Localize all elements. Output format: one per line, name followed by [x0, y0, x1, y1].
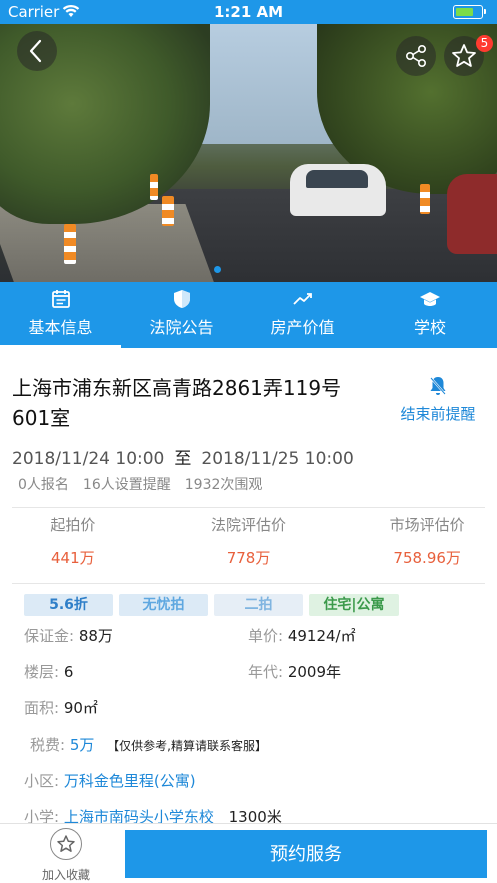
tab-basic-info[interactable]: 基本信息: [0, 282, 121, 348]
bell-off-icon: [430, 377, 446, 395]
area-value: 90㎡: [63, 699, 98, 717]
tax-value[interactable]: 5万: [70, 736, 95, 754]
area-label: 面积:: [24, 699, 60, 717]
carousel-dot-active: [214, 266, 221, 273]
price-value: 758.96万: [393, 549, 461, 567]
community-row: 小区: 万科金色里程(公寓): [24, 770, 196, 791]
clock: 1:21 AM: [213, 3, 284, 21]
tab-school[interactable]: 学校: [363, 282, 497, 348]
tax-label: 税费:: [30, 736, 66, 754]
add-to-favorites-button[interactable]: 加入收藏: [30, 828, 102, 883]
area-row: 面积: 90㎡: [24, 697, 98, 718]
share-icon: [406, 45, 426, 67]
deposit-row: 保证金: 88万: [24, 625, 113, 646]
year-value: 2009年: [287, 663, 342, 681]
tax-row: 税费: 5万 【仅供参考,精算请联系客服】: [30, 734, 267, 755]
market-valuation: 市场评估价 758.96万: [327, 514, 485, 574]
price-label: 法院评估价: [211, 516, 287, 534]
shield-icon: [173, 290, 190, 308]
calendar-icon: [51, 290, 70, 308]
back-button[interactable]: [17, 31, 57, 71]
unit-price-value: 49124/㎡: [287, 627, 356, 645]
reminder-count: 16人设置提醒: [82, 477, 171, 493]
floor-value: 6: [63, 663, 74, 681]
favorite-circle: [50, 828, 82, 860]
property-title: 上海市浦东新区高青路2861弄119号601室: [12, 376, 342, 430]
year-label: 年代:: [248, 663, 284, 681]
signup-count: 0人报名: [18, 477, 69, 493]
reserve-service-button[interactable]: 预约服务: [125, 830, 487, 878]
deposit-value: 88万: [78, 627, 113, 645]
starting-price: 起拍价 441万: [12, 514, 170, 574]
unit-price-label: 单价:: [248, 627, 284, 645]
court-valuation: 法院评估价 778万: [170, 514, 328, 574]
bottom-action-bar: 加入收藏 预约服务: [0, 823, 497, 883]
remind-before-end-button[interactable]: 结束前提醒: [390, 375, 486, 424]
floor-label: 楼层:: [24, 663, 60, 681]
carousel-indicator: [214, 258, 225, 277]
trend-icon: [292, 293, 312, 305]
notification-badge: 5: [476, 35, 493, 52]
price-label: 起拍价: [50, 516, 96, 534]
tag-round: 二拍: [214, 594, 303, 616]
tag-discount: 5.6折: [24, 594, 113, 616]
tax-note: 【仅供参考,精算请联系客服】: [107, 739, 267, 753]
status-bar: Carrier 1:21 AM: [0, 0, 497, 24]
star-outline-icon: [57, 835, 75, 852]
tab-label: 学校: [413, 318, 446, 337]
battery-icon: [453, 5, 486, 19]
year-row: 年代: 2009年: [248, 661, 341, 682]
remind-label: 结束前提醒: [400, 405, 476, 423]
divider: [12, 507, 485, 508]
divider: [12, 583, 485, 584]
community-label: 小区:: [24, 772, 60, 790]
tag-worry-free: 无忧拍: [119, 594, 208, 616]
auction-period: 2018/11/24 10:00 至 2018/11/25 10:00: [12, 444, 354, 469]
period-separator: 至: [174, 449, 192, 469]
tab-court-notice[interactable]: 法院公告: [121, 282, 242, 348]
price-value: 441万: [51, 549, 95, 567]
end-time: 2018/11/25 10:00: [201, 449, 354, 469]
property-tags: 5.6折 无忧拍 二拍 住宅|公寓: [24, 594, 399, 616]
tab-property-value[interactable]: 房产价值: [242, 282, 363, 348]
view-count: 1932次围观: [184, 477, 263, 493]
collect-label: 加入收藏: [41, 868, 90, 882]
community-link[interactable]: 万科金色里程(公寓): [64, 772, 196, 790]
property-photo[interactable]: 5: [0, 24, 497, 282]
section-tabs: 基本信息 法院公告 房产价值 学校: [0, 282, 497, 348]
graduation-cap-icon: [420, 292, 440, 306]
tab-label: 房产价值: [270, 318, 335, 337]
unit-price-row: 单价: 49124/㎡: [248, 625, 356, 646]
price-label: 市场评估价: [389, 516, 465, 534]
start-time: 2018/11/24 10:00: [12, 449, 165, 469]
back-icon: [29, 39, 42, 63]
deposit-label: 保证金:: [24, 627, 75, 645]
tab-label: 基本信息: [28, 318, 93, 337]
floor-row: 楼层: 6: [24, 661, 73, 682]
auction-stats: 0人报名 16人设置提醒 1932次围观: [18, 474, 276, 494]
share-button[interactable]: [396, 36, 436, 76]
tag-property-type: 住宅|公寓: [309, 594, 399, 616]
price-value: 778万: [226, 549, 271, 567]
price-summary: 起拍价 441万 法院评估价 778万 市场评估价 758.96万: [12, 514, 485, 574]
tab-label: 法院公告: [149, 318, 214, 337]
